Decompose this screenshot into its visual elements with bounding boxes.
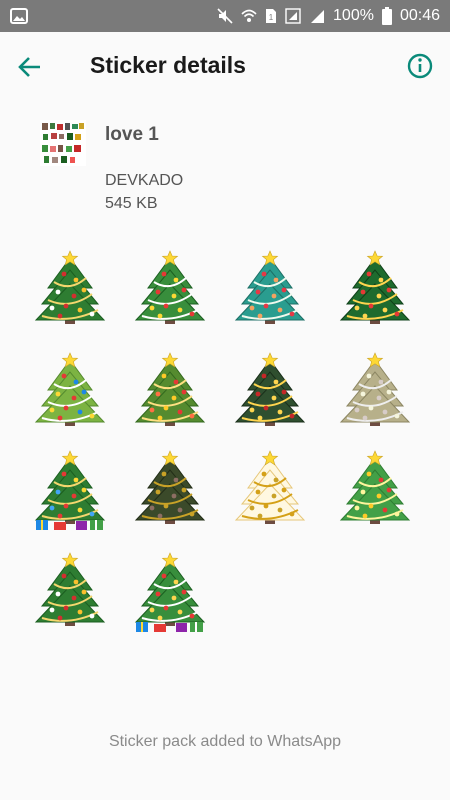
sim-icon: 1 — [265, 8, 277, 24]
status-message: Sticker pack added to WhatsApp — [108, 733, 342, 750]
sticker-10[interactable] — [130, 450, 210, 534]
sticker-12[interactable] — [335, 450, 415, 534]
info-button[interactable] — [404, 50, 436, 82]
christmas-tree-icon — [34, 352, 106, 426]
christmas-tree-icon — [34, 552, 106, 626]
pack-header: love 1 DEVKADO 545 KB — [0, 102, 450, 232]
christmas-tree-icon — [134, 250, 206, 324]
hd-signal-icon — [285, 8, 301, 24]
sticker-14[interactable] — [130, 552, 210, 636]
svg-text:1: 1 — [269, 13, 274, 22]
christmas-tree-icon — [134, 450, 206, 524]
pack-size: 545 KB — [105, 195, 158, 212]
sticker-7[interactable] — [230, 352, 310, 436]
status-bar: 1 100% 00:46 — [0, 0, 450, 32]
sticker-11[interactable] — [230, 450, 310, 534]
sticker-2[interactable] — [130, 250, 210, 334]
arrow-back-icon — [18, 57, 40, 77]
sticker-5[interactable] — [30, 352, 110, 436]
christmas-tree-icon — [134, 552, 206, 632]
mute-icon — [217, 8, 233, 24]
toolbar: Sticker details — [0, 32, 450, 102]
back-button[interactable] — [14, 52, 46, 82]
battery-icon — [381, 7, 392, 25]
pack-publisher: DEVKADO — [105, 172, 184, 189]
christmas-tree-icon — [134, 352, 206, 426]
christmas-tree-icon — [339, 450, 411, 524]
sticker-6[interactable] — [130, 352, 210, 436]
pack-tray-icon — [40, 120, 86, 166]
battery-percent: 100% — [333, 7, 374, 24]
christmas-tree-icon — [234, 450, 306, 524]
sticker-4[interactable] — [335, 250, 415, 334]
gallery-notification-icon — [10, 8, 28, 24]
page-title: Sticker details — [90, 52, 246, 78]
christmas-tree-icon — [234, 250, 306, 324]
pack-name: love 1 — [105, 124, 159, 145]
sticker-13[interactable] — [30, 552, 110, 636]
christmas-tree-icon — [34, 450, 106, 530]
sticker-8[interactable] — [335, 352, 415, 436]
sticker-9[interactable] — [30, 450, 110, 534]
sticker-1[interactable] — [30, 250, 110, 334]
info-icon — [407, 53, 433, 79]
christmas-tree-icon — [339, 250, 411, 324]
christmas-tree-icon — [339, 352, 411, 426]
christmas-tree-icon — [34, 250, 106, 324]
wifi-icon — [241, 8, 257, 24]
christmas-tree-icon — [234, 352, 306, 426]
sticker-3[interactable] — [230, 250, 310, 334]
clock: 00:46 — [399, 7, 440, 24]
signal-icon — [309, 8, 325, 24]
